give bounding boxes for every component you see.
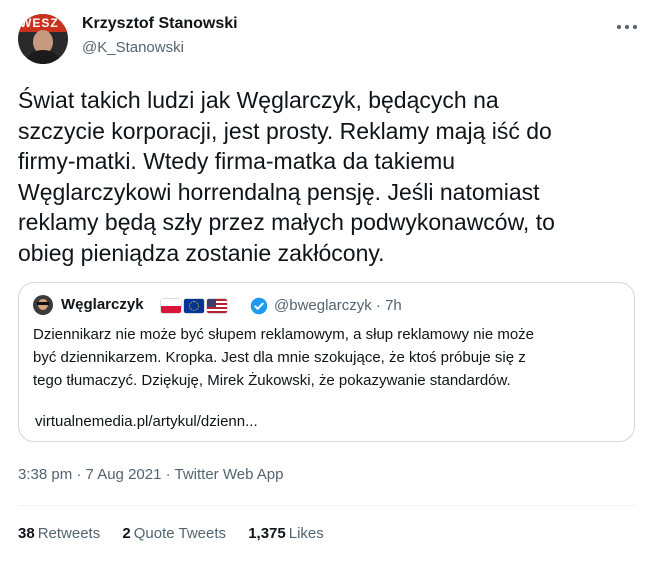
- avatar-banner-text: WESZ: [20, 16, 59, 30]
- likes-count: 1,375: [248, 525, 286, 542]
- quote-tweets-label: Quote Tweets: [133, 525, 227, 542]
- quoted-tweet-text: Dziennikarz nie może być słupem reklamow…: [33, 326, 535, 389]
- eu-flag-icon: [184, 299, 204, 313]
- tweet-timestamp[interactable]: 3:38 pm · 7 Aug 2021 · Twitter Web App: [18, 466, 283, 483]
- quoted-author-avatar[interactable]: [33, 295, 53, 315]
- author-handle[interactable]: @K_Stanowski: [82, 39, 184, 56]
- quoted-author-name[interactable]: Węglarczyk: [61, 296, 144, 313]
- poland-flag-icon: [161, 299, 181, 313]
- more-options-icon[interactable]: [615, 18, 639, 36]
- quote-tweets-count: 2: [122, 525, 131, 542]
- likes-label: Likes: [288, 525, 324, 542]
- us-flag-icon: [207, 299, 227, 313]
- retweets-count: 38: [18, 525, 35, 542]
- tweet-text: Świat takich ludzi jak Węglarczyk, będąc…: [18, 87, 555, 266]
- likes-stat[interactable]: 1,375 Likes: [248, 525, 324, 542]
- verified-badge-icon: [250, 297, 268, 315]
- divider: [18, 505, 637, 506]
- tweet-stats: 38 Retweets 2 Quote Tweets 1,375 Likes: [18, 525, 342, 542]
- quoted-handle-time: @bweglarczyk · 7h: [274, 297, 402, 314]
- retweets-stat[interactable]: 38 Retweets: [18, 525, 100, 542]
- retweets-label: Retweets: [37, 525, 101, 542]
- quote-tweets-stat[interactable]: 2 Quote Tweets: [122, 525, 226, 542]
- quoted-tweet-link[interactable]: virtualnemedia.pl/artykul/dzienn...: [35, 413, 258, 430]
- author-name[interactable]: Krzysztof Stanowski: [82, 15, 238, 33]
- author-avatar[interactable]: WESZ: [18, 14, 68, 64]
- avatar-shirt: [24, 50, 62, 64]
- quoted-tweet[interactable]: Węglarczyk @bweglarczyk · 7h Dziennikarz…: [18, 282, 635, 442]
